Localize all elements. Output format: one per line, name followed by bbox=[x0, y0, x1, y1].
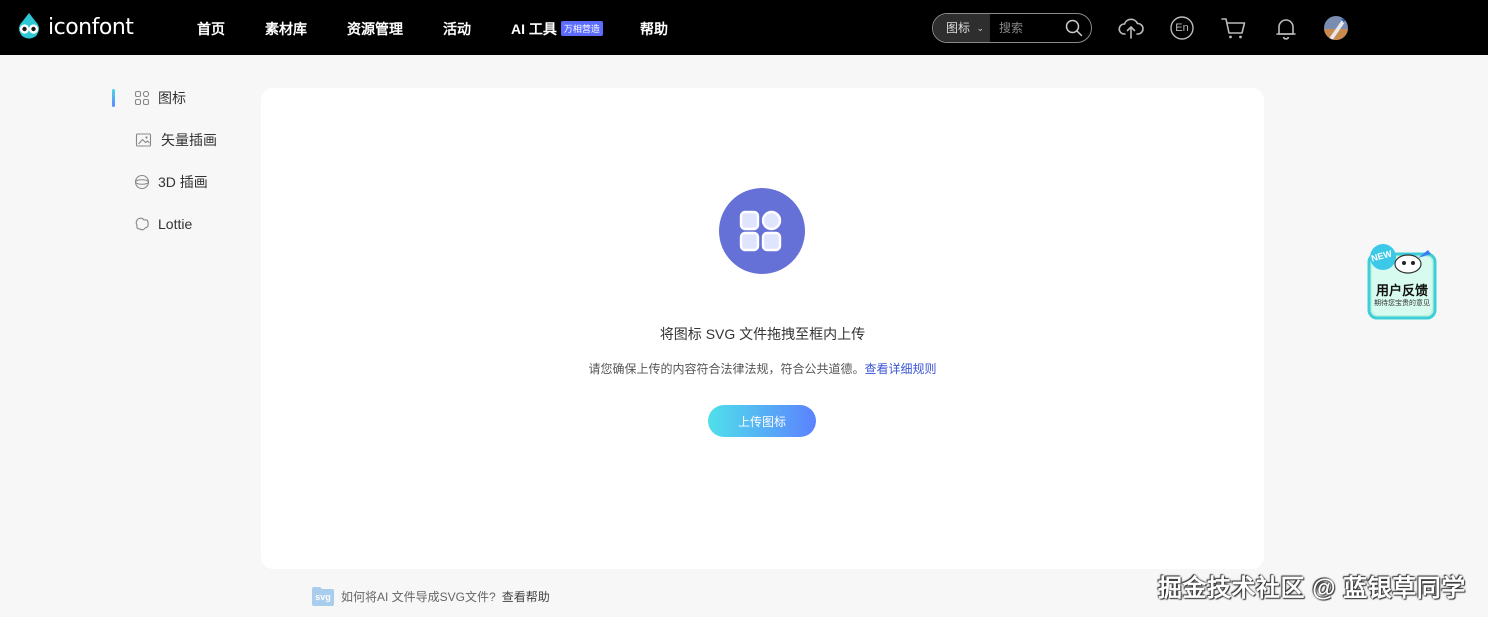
brand-name: iconfont bbox=[48, 14, 134, 40]
grid-icon bbox=[134, 90, 150, 106]
sidebar-active-indicator bbox=[112, 89, 115, 107]
nav-resource-management[interactable]: 资源管理 bbox=[347, 19, 403, 39]
search-input[interactable] bbox=[991, 14, 1061, 42]
user-avatar[interactable] bbox=[1322, 14, 1350, 42]
bell-icon[interactable] bbox=[1272, 14, 1300, 42]
search-box: 图标 ⌄ bbox=[932, 13, 1092, 43]
drop-zone-title: 将图标 SVG 文件拖拽至框内上传 bbox=[659, 326, 866, 342]
top-navbar: iconfont 首页 素材库 资源管理 活动 AI 工具 万相营造 帮助 图标 … bbox=[0, 0, 1488, 55]
rules-link[interactable]: 查看详细规则 bbox=[865, 362, 937, 376]
ai-tools-badge: 万相营造 bbox=[560, 21, 603, 36]
feedback-title: 用户反馈 bbox=[1375, 283, 1428, 298]
nav-help[interactable]: 帮助 bbox=[640, 19, 668, 39]
search-type-select[interactable]: 图标 ⌄ bbox=[933, 14, 990, 42]
chevron-down-icon: ⌄ bbox=[976, 23, 984, 33]
brand-logo[interactable]: iconfont bbox=[14, 12, 134, 42]
upload-notice: 请您确保上传的内容符合法律法规，符合公共道德。查看详细规则 bbox=[588, 362, 937, 376]
upload-cloud-icon[interactable] bbox=[1117, 14, 1145, 42]
nav-activities[interactable]: 活动 bbox=[443, 19, 471, 39]
nav-materials[interactable]: 素材库 bbox=[265, 19, 307, 39]
icon-grid-icon bbox=[739, 210, 782, 252]
sidebar-item-icons[interactable]: 图标 bbox=[134, 87, 186, 109]
sidebar-item-lottie[interactable]: Lottie bbox=[134, 213, 192, 235]
upload-drop-zone[interactable]: 将图标 SVG 文件拖拽至框内上传 请您确保上传的内容符合法律法规，符合公共道德… bbox=[261, 88, 1264, 569]
watermark-text: 掘金技术社区 @ 蓝银草同学 bbox=[1158, 575, 1466, 602]
help-question: 如何将AI 文件导成SVG文件? bbox=[341, 589, 496, 604]
sidebar-item-vector-illustration[interactable]: 矢量插画 bbox=[134, 129, 217, 151]
cart-icon[interactable] bbox=[1220, 14, 1248, 42]
svg-export-help: svg 如何将AI 文件导成SVG文件? 查看帮助 bbox=[311, 585, 550, 607]
language-en-icon[interactable]: En bbox=[1168, 14, 1196, 42]
upload-icon-button[interactable]: 上传图标 bbox=[708, 405, 816, 437]
sidebar-item-label: Lottie bbox=[158, 216, 193, 232]
nav-ai-tools[interactable]: AI 工具 万相营造 bbox=[511, 19, 603, 39]
svg-file-icon: svg bbox=[311, 585, 335, 607]
sidebar-item-label: 矢量插画 bbox=[161, 132, 217, 148]
sidebar-item-label: 3D 插画 bbox=[158, 174, 208, 190]
image-icon bbox=[135, 133, 152, 147]
lottie-icon bbox=[135, 217, 149, 231]
sidebar-item-3d-illustration[interactable]: 3D 插画 bbox=[134, 171, 208, 193]
iconfont-logo-icon bbox=[19, 13, 39, 39]
sidebar-item-label: 图标 bbox=[158, 90, 186, 106]
nav-home[interactable]: 首页 bbox=[197, 19, 225, 39]
user-feedback-widget[interactable]: NEW 用户反馈 期待您宝贵的意见 bbox=[1366, 242, 1438, 322]
upload-icon-circle bbox=[719, 188, 805, 274]
view-help-link[interactable]: 查看帮助 bbox=[502, 588, 550, 605]
sphere-icon bbox=[134, 174, 150, 190]
feedback-subtitle: 期待您宝贵的意见 bbox=[1374, 300, 1430, 307]
search-icon[interactable] bbox=[1065, 19, 1083, 37]
